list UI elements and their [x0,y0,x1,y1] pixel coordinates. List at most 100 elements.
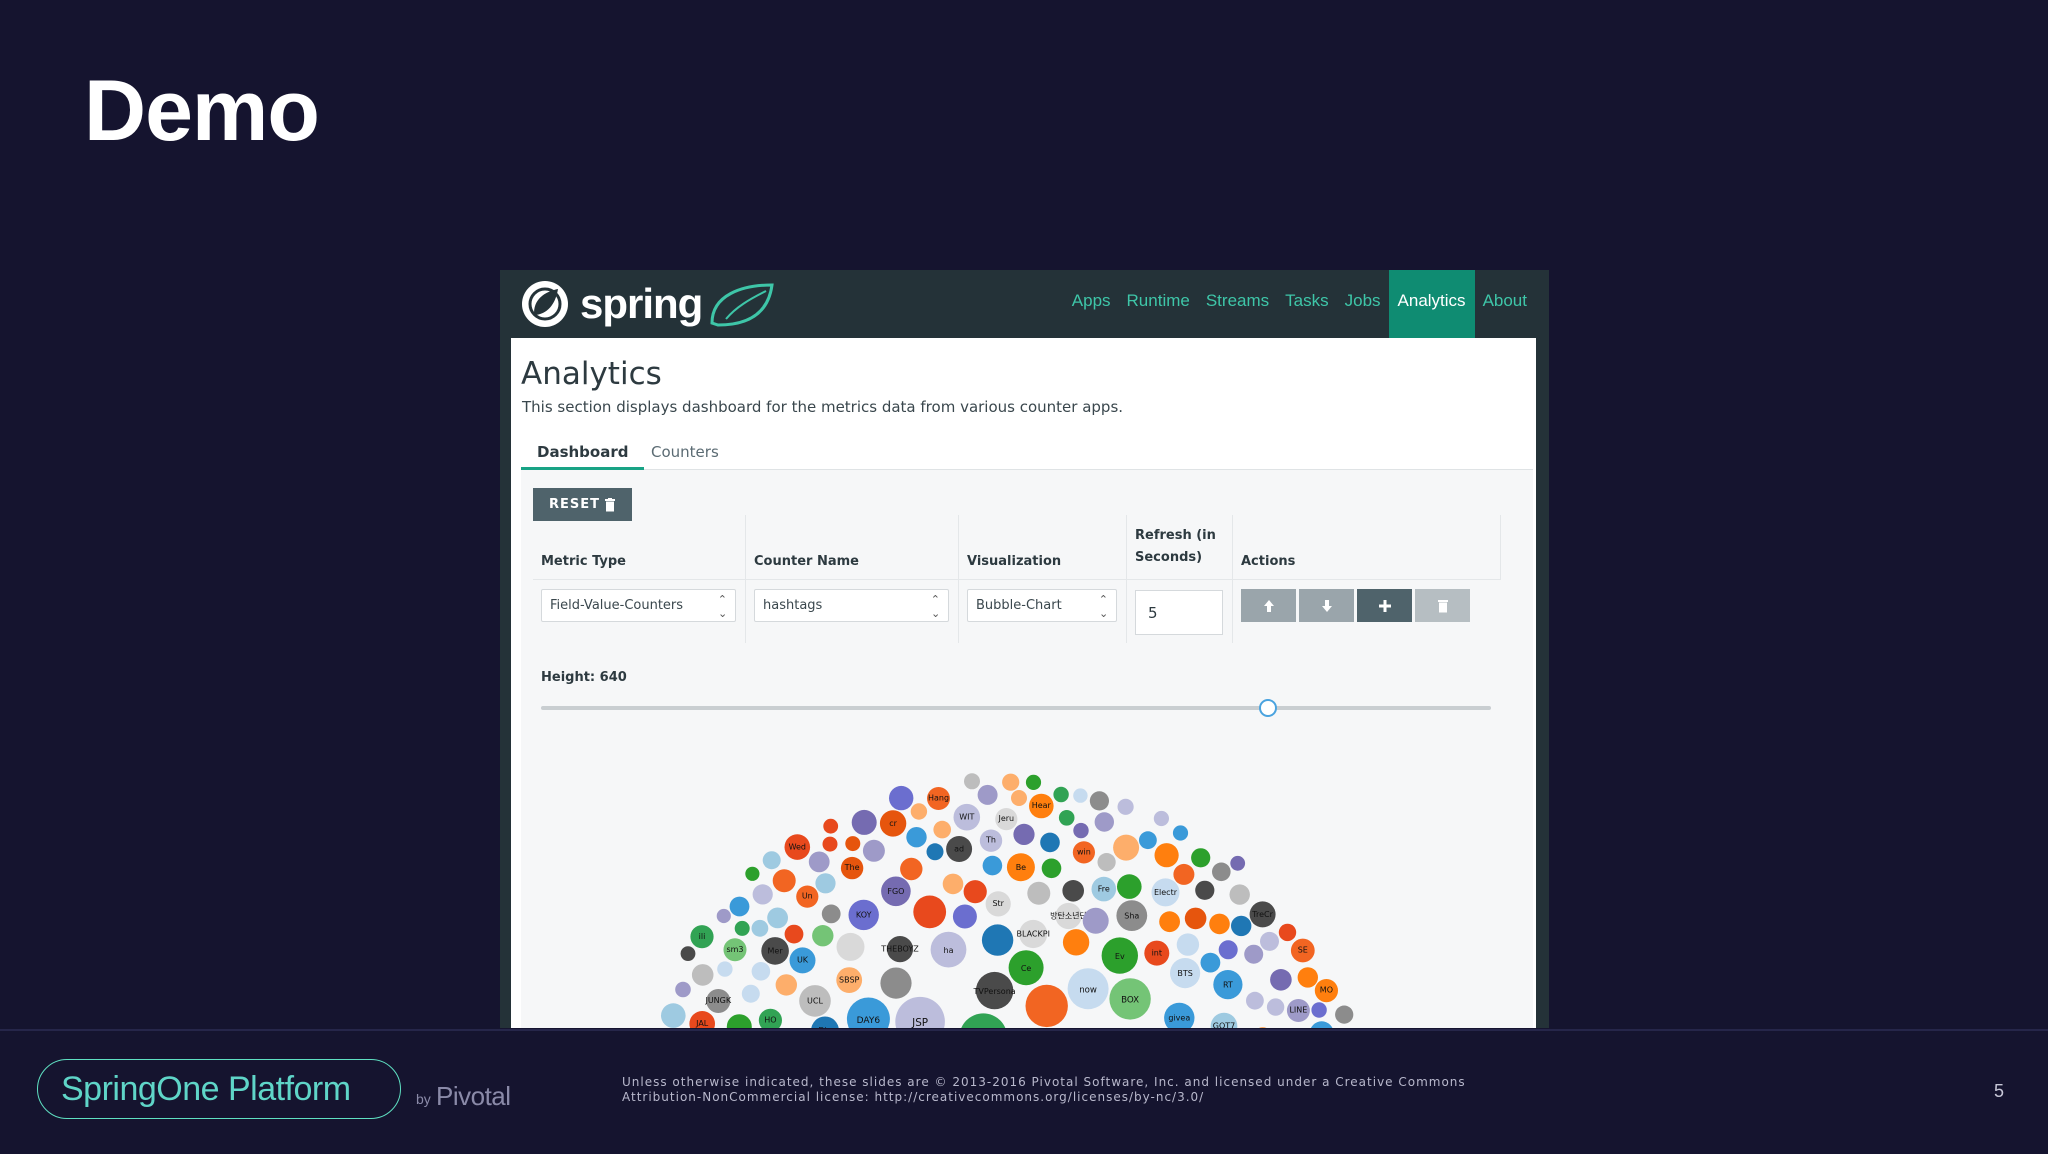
move-up-button[interactable] [1241,589,1296,622]
bubble[interactable] [906,827,927,848]
bubble[interactable] [661,1003,686,1028]
nav-streams[interactable]: Streams [1198,270,1277,338]
bubble[interactable] [1073,788,1088,803]
bubble[interactable] [981,924,1014,956]
bubble[interactable] [1229,884,1250,905]
bubble[interactable] [1218,940,1238,960]
bubble[interactable] [1176,933,1200,956]
bubble[interactable] [1173,863,1195,885]
bubble[interactable] [1270,969,1292,991]
bubble[interactable] [1094,812,1114,832]
bubble[interactable] [691,964,714,986]
nav-analytics[interactable]: Analytics [1388,270,1475,338]
bubble[interactable] [675,981,691,998]
bubble[interactable] [1153,810,1169,827]
bubble[interactable] [1089,791,1109,811]
move-down-button[interactable] [1299,589,1354,622]
spring-logo[interactable]: spring [520,276,778,332]
bubble[interactable] [836,932,865,961]
bubble[interactable] [845,836,861,852]
delete-button[interactable] [1415,589,1470,622]
bubble[interactable] [880,967,912,999]
bubble[interactable] [1002,773,1020,791]
metric-type-select[interactable]: Field-Value-Counters ⌃ ⌃ [541,589,736,622]
bubble[interactable] [963,880,987,904]
bubble[interactable] [1172,825,1189,841]
bubble[interactable] [1244,944,1264,964]
height-slider[interactable] [541,698,1491,718]
bubble[interactable] [933,820,951,839]
nav-runtime[interactable]: Runtime [1119,270,1198,338]
bubble[interactable] [1230,855,1246,871]
bubble[interactable] [823,818,839,834]
bubble[interactable] [822,836,838,852]
bubble[interactable] [977,784,998,805]
bubble[interactable] [1040,832,1060,853]
bubble[interactable] [964,773,980,790]
bubble[interactable] [772,869,796,893]
bubble[interactable] [680,946,696,961]
bubble[interactable] [1027,881,1051,905]
bubble[interactable] [1117,874,1142,899]
bubble[interactable] [734,920,750,936]
bubble[interactable] [726,1014,752,1028]
bubble[interactable] [1113,834,1140,861]
visualization-select[interactable]: Bubble-Chart ⌃ ⌃ [967,589,1117,622]
slider-handle[interactable] [1258,699,1277,717]
nav-about[interactable]: About [1475,270,1549,338]
bubble[interactable] [821,904,841,924]
bubble[interactable] [1154,843,1179,868]
bubble[interactable] [1013,823,1035,845]
bubble[interactable] [1209,913,1230,935]
bubble[interactable] [952,904,977,929]
bubble[interactable] [808,851,830,873]
bubble[interactable] [900,857,923,881]
bubble[interactable] [1041,858,1062,879]
bubble[interactable] [1073,822,1089,839]
bubble[interactable] [752,884,773,905]
bubble[interactable] [1297,967,1318,988]
bubble[interactable] [889,785,914,811]
refresh-input[interactable] [1135,590,1223,635]
bubble[interactable] [1058,810,1075,826]
bubble[interactable] [1311,1002,1327,1018]
nav-tasks[interactable]: Tasks [1277,270,1336,338]
bubble[interactable] [1278,923,1297,942]
nav-jobs[interactable]: Jobs [1337,270,1389,338]
bubble[interactable] [1266,998,1285,1016]
bubble[interactable] [1231,915,1252,937]
bubble[interactable] [851,809,877,835]
bubble[interactable] [926,843,944,861]
bubble[interactable] [1159,911,1180,933]
bubble[interactable] [1335,1005,1354,1024]
bubble[interactable] [745,866,760,881]
bubble[interactable] [1310,1021,1334,1028]
bubble[interactable] [1191,848,1211,868]
bubble[interactable] [959,1013,1007,1028]
bubble[interactable] [751,962,771,981]
bubble[interactable] [1212,862,1231,882]
bubble[interactable] [1011,790,1027,806]
bubble[interactable] [812,925,834,947]
bubble[interactable] [1062,929,1090,956]
bubble[interactable] [942,873,964,895]
bubble[interactable] [1025,984,1068,1028]
bubble[interactable] [1246,991,1264,1010]
counter-name-select[interactable]: hashtags ⌃ ⌃ [754,589,949,622]
bubble[interactable] [716,908,731,924]
bubble[interactable] [1053,786,1069,803]
bubble[interactable] [784,924,804,944]
bubble[interactable] [1117,798,1134,815]
bubble[interactable] [1097,853,1116,872]
bubble[interactable] [862,839,885,862]
bubble[interactable] [982,855,1003,876]
bubble[interactable] [1260,931,1279,951]
bubble[interactable] [815,873,836,894]
bubble[interactable] [913,895,947,929]
bubble[interactable] [1200,952,1221,973]
bubble[interactable] [1025,774,1042,790]
bubble[interactable] [762,851,781,870]
bubble[interactable] [751,919,769,937]
nav-apps[interactable]: Apps [1064,270,1119,338]
bubble[interactable] [1062,880,1084,902]
